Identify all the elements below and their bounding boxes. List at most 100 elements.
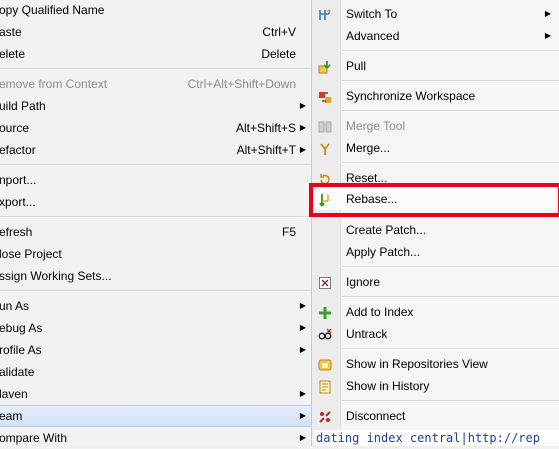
menu-item-label: Show in Repositories View	[346, 357, 488, 371]
menu-item-team[interactable]: eam ▶	[0, 405, 311, 427]
menu-item-label: nport...	[0, 173, 37, 187]
menu-separator	[0, 216, 311, 218]
menu-item-source[interactable]: ource Alt+Shift+S ▶	[0, 117, 311, 139]
disconnect-icon	[318, 409, 332, 423]
menu-item-profile-as[interactable]: rofile As ▶	[0, 339, 311, 361]
menu-separator	[342, 50, 559, 52]
menu-item-label: Show in History	[346, 379, 430, 393]
menu-item-label: lose Project	[0, 247, 62, 261]
menu-separator	[342, 162, 559, 164]
menu-item-shortcut: Alt+Shift+S	[235, 121, 296, 135]
menu-separator	[342, 266, 559, 268]
add-to-index-icon	[318, 305, 332, 319]
menu-item-label: elete	[0, 47, 26, 61]
menu-item-run-as[interactable]: un As ▶	[0, 295, 311, 317]
menu-item-add-to-index[interactable]: Add to Index	[312, 301, 559, 323]
menu-item-label: eam	[0, 409, 23, 423]
menu-item-label: ource	[0, 121, 30, 135]
menu-item-advanced[interactable]: Advanced ▶	[312, 25, 559, 47]
menu-item-label: xport...	[0, 195, 36, 209]
menu-item-label: Untrack	[346, 327, 388, 341]
menu-item-shortcut: Ctrl+V	[262, 25, 296, 39]
menu-item-shortcut: Ctrl+Alt+Shift+Down	[187, 77, 296, 91]
context-menu: opy Qualified Name aste Ctrl+V elete Del…	[0, 0, 312, 446]
menu-item-label: laven	[0, 387, 28, 401]
menu-item-apply-patch[interactable]: Apply Patch...	[312, 241, 559, 263]
menu-item-assign-working-sets[interactable]: ssign Working Sets...	[0, 265, 311, 287]
submenu-arrow-icon: ▶	[299, 123, 306, 132]
menu-item-label: efresh	[0, 225, 33, 239]
menu-item-delete[interactable]: elete Delete	[0, 43, 311, 65]
pull-icon	[318, 59, 332, 74]
menu-item-show-in-repositories-view[interactable]: Show in Repositories View	[312, 353, 559, 375]
menu-item-refresh[interactable]: efresh F5	[0, 221, 311, 243]
menu-item-disconnect[interactable]: Disconnect	[312, 405, 559, 427]
menu-separator	[0, 164, 311, 166]
menu-item-label: Add to Index	[346, 305, 414, 319]
menu-separator	[0, 68, 311, 70]
history-icon	[318, 379, 332, 394]
menu-separator	[342, 80, 559, 82]
menu-item-debug-as[interactable]: ebug As ▶	[0, 317, 311, 339]
menu-item-label: Advanced	[346, 29, 400, 43]
switch-branch-icon	[318, 7, 332, 21]
menu-item-remove-from-context: emove from Context Ctrl+Alt+Shift+Down	[0, 73, 311, 95]
menu-item-export[interactable]: xport...	[0, 191, 311, 213]
menu-item-merge-tool: Merge Tool	[312, 115, 559, 137]
menu-item-close-project[interactable]: lose Project	[0, 243, 311, 265]
menu-item-synchronize-workspace[interactable]: Synchronize Workspace	[312, 85, 559, 107]
menu-separator	[342, 348, 559, 350]
annotation-highlight-box	[309, 183, 559, 217]
menu-item-label: Merge...	[346, 141, 391, 155]
menu-item-label: ebug As	[0, 321, 43, 335]
menu-item-build-path[interactable]: uild Path ▶	[0, 95, 311, 117]
menu-separator	[342, 296, 559, 298]
menu-item-shortcut: F5	[281, 225, 296, 239]
menu-item-label: Create Patch...	[346, 223, 427, 237]
menu-item-untrack[interactable]: Untrack	[312, 323, 559, 345]
menu-item-label: aste	[0, 25, 22, 39]
menu-item-maven[interactable]: laven ▶	[0, 383, 311, 405]
console-output-line: dating index central|http://rep	[314, 430, 559, 446]
menu-item-label: Apply Patch...	[346, 245, 421, 259]
menu-item-shortcut: Alt+Shift+T	[236, 143, 296, 157]
menu-separator	[0, 290, 311, 292]
submenu-arrow-icon: ▶	[544, 9, 551, 18]
merge-tool-icon	[318, 119, 332, 133]
menu-item-label: uild Path	[0, 99, 46, 113]
menu-item-label: ssign Working Sets...	[0, 269, 112, 283]
merge-icon	[318, 141, 332, 155]
submenu-arrow-icon: ▶	[299, 145, 306, 154]
menu-item-label: Pull	[346, 59, 367, 73]
ignore-icon	[318, 275, 332, 289]
menu-item-label: alidate	[0, 365, 35, 379]
repositories-view-icon	[318, 357, 332, 371]
menu-item-ignore[interactable]: Ignore	[312, 271, 559, 293]
synchronize-icon	[318, 89, 332, 103]
menu-item-import[interactable]: nport...	[0, 169, 311, 191]
menu-item-label: Merge Tool	[346, 119, 406, 133]
menu-item-label: Switch To	[346, 7, 398, 21]
submenu-arrow-icon: ▶	[299, 323, 306, 332]
menu-item-merge[interactable]: Merge...	[312, 137, 559, 159]
menu-item-label: opy Qualified Name	[0, 3, 105, 17]
menu-item-label: Synchronize Workspace	[346, 89, 476, 103]
menu-item-show-in-history[interactable]: Show in History	[312, 375, 559, 397]
menu-item-label: Ignore	[346, 275, 381, 289]
menu-item-label: Disconnect	[346, 409, 406, 423]
menu-item-copy-qualified-name[interactable]: opy Qualified Name	[0, 0, 311, 21]
menu-item-shortcut: Delete	[261, 47, 296, 61]
menu-item-switch-to[interactable]: Switch To ▶	[312, 3, 559, 25]
menu-separator	[342, 110, 559, 112]
menu-separator	[342, 400, 559, 402]
menu-item-refactor[interactable]: efactor Alt+Shift+T ▶	[0, 139, 311, 161]
menu-item-label: emove from Context	[0, 77, 108, 91]
menu-item-label: efactor	[0, 143, 36, 157]
submenu-arrow-icon: ▶	[299, 411, 306, 420]
menu-item-pull[interactable]: Pull	[312, 55, 559, 77]
submenu-arrow-icon: ▶	[299, 345, 306, 354]
menu-item-create-patch[interactable]: Create Patch...	[312, 219, 559, 241]
submenu-arrow-icon: ▶	[544, 31, 551, 40]
menu-item-paste[interactable]: aste Ctrl+V	[0, 21, 311, 43]
menu-item-validate[interactable]: alidate	[0, 361, 311, 383]
